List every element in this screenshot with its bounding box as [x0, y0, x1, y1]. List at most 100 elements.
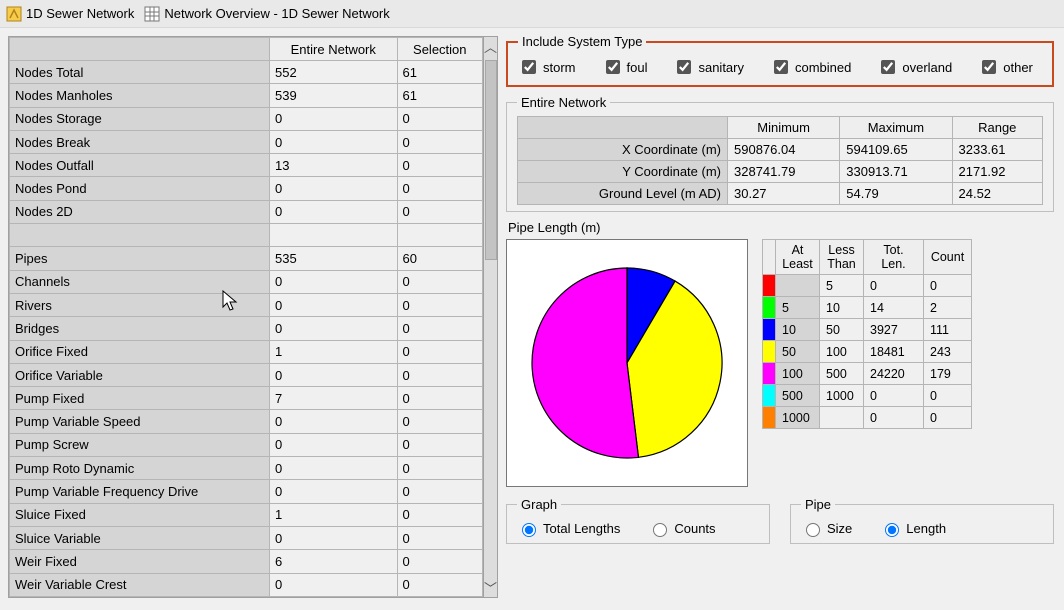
radio-total-lengths[interactable]: Total Lengths — [517, 520, 620, 537]
checkbox-storm[interactable]: storm — [518, 57, 576, 77]
checkbox-sanitary-input[interactable] — [677, 60, 691, 74]
table-row[interactable]: Nodes Pond00 — [10, 177, 483, 200]
checkbox-overland[interactable]: overland — [877, 57, 952, 77]
row-selection: 0 — [397, 107, 482, 130]
checkbox-combined-input[interactable] — [774, 60, 788, 74]
table-row[interactable]: Nodes Break00 — [10, 130, 483, 153]
bin-color-swatch — [763, 319, 776, 341]
row-selection: 0 — [397, 363, 482, 386]
table-row[interactable]: Pump Fixed70 — [10, 387, 483, 410]
radio-counts-input[interactable] — [653, 523, 667, 537]
row-label: Sluice Fixed — [10, 503, 270, 526]
table-row[interactable]: Nodes Total55261 — [10, 61, 483, 84]
row-label: Nodes Total — [10, 61, 270, 84]
table-row[interactable]: Pump Variable Speed00 — [10, 410, 483, 433]
table-row[interactable]: Nodes Manholes53961 — [10, 84, 483, 107]
row-selection: 0 — [397, 293, 482, 316]
en-min: 328741.79 — [728, 161, 840, 183]
checkbox-other-input[interactable] — [982, 60, 996, 74]
graph-legend: Graph — [517, 497, 561, 512]
bin-totlen: 0 — [864, 275, 924, 297]
bin-count: 0 — [924, 275, 972, 297]
checkbox-foul[interactable]: foul — [602, 57, 648, 77]
bin-color-swatch — [763, 297, 776, 319]
radio-size-input[interactable] — [806, 523, 820, 537]
checkbox-combined[interactable]: combined — [770, 57, 851, 77]
checkbox-overland-input[interactable] — [881, 60, 895, 74]
row-selection: 0 — [397, 270, 482, 293]
radio-total-lengths-input[interactable] — [522, 523, 536, 537]
radio-size-label: Size — [827, 521, 852, 536]
bin-totlen: 3927 — [864, 319, 924, 341]
grid-icon — [144, 6, 160, 22]
table-row[interactable]: Weir Fixed60 — [10, 550, 483, 573]
row-selection: 61 — [397, 84, 482, 107]
bin-count: 0 — [924, 407, 972, 429]
table-row[interactable]: Nodes Outfall130 — [10, 154, 483, 177]
row-label: Pump Fixed — [10, 387, 270, 410]
checkbox-foul-input[interactable] — [606, 60, 620, 74]
bin-atleast — [776, 275, 820, 297]
row-label: Nodes Storage — [10, 107, 270, 130]
bin-atleast: 5 — [776, 297, 820, 319]
checkbox-storm-input[interactable] — [522, 60, 536, 74]
bin-lessthan: 5 — [820, 275, 864, 297]
row-entire: 6 — [270, 550, 398, 573]
radio-length-input[interactable] — [885, 523, 899, 537]
radio-size[interactable]: Size — [801, 520, 852, 537]
row-entire: 0 — [270, 317, 398, 340]
scroll-down-icon[interactable]: ﹀ — [484, 578, 497, 597]
bin-count-header: Count — [924, 240, 972, 275]
checkbox-sanitary[interactable]: sanitary — [673, 57, 744, 77]
table-row[interactable]: Sluice Variable00 — [10, 526, 483, 549]
table-row[interactable]: Sluice Fixed10 — [10, 503, 483, 526]
radio-length[interactable]: Length — [880, 520, 946, 537]
table-row: 510142 — [763, 297, 972, 319]
table-row[interactable]: Rivers00 — [10, 293, 483, 316]
checkbox-other[interactable]: other — [978, 57, 1033, 77]
row-selection: 0 — [397, 154, 482, 177]
system-type-group: Include System Type storm foul sanitary com… — [506, 34, 1054, 87]
row-entire: 0 — [270, 433, 398, 456]
row-selection: 0 — [397, 410, 482, 433]
row-label: Channels — [10, 270, 270, 293]
system-type-legend: Include System Type — [518, 34, 646, 49]
radio-counts[interactable]: Counts — [648, 520, 715, 537]
table-row[interactable]: Pipes53560 — [10, 247, 483, 270]
row-label: Weir Variable Crest — [10, 573, 270, 596]
en-range: 3233.61 — [952, 139, 1043, 161]
scroll-up-icon[interactable]: ︿ — [484, 37, 497, 56]
row-label: Bridges — [10, 317, 270, 340]
table-row[interactable]: Weir Variable Crest00 — [10, 573, 483, 596]
table-row[interactable]: Bridges00 — [10, 317, 483, 340]
en-row-label: Ground Level (m AD) — [518, 183, 728, 205]
pipe-length-title: Pipe Length (m) — [508, 220, 1054, 235]
table-row[interactable]: Nodes Storage00 — [10, 107, 483, 130]
row-entire: 1 — [270, 503, 398, 526]
pie-chart — [506, 239, 748, 487]
table-row[interactable] — [10, 224, 483, 247]
row-label: Pump Screw — [10, 433, 270, 456]
overview-header-blank — [10, 38, 270, 61]
row-entire: 0 — [270, 410, 398, 433]
checkbox-foul-label: foul — [627, 60, 648, 75]
table-row: 5010018481243 — [763, 341, 972, 363]
bin-atleast: 1000 — [776, 407, 820, 429]
bin-color-swatch — [763, 363, 776, 385]
table-row[interactable]: Pump Variable Frequency Drive00 — [10, 480, 483, 503]
table-row[interactable]: Channels00 — [10, 270, 483, 293]
table-row[interactable]: Pump Screw00 — [10, 433, 483, 456]
row-label: Orifice Fixed — [10, 340, 270, 363]
table-row[interactable]: Orifice Fixed10 — [10, 340, 483, 363]
row-selection: 61 — [397, 61, 482, 84]
entire-network-legend: Entire Network — [517, 95, 610, 110]
table-row[interactable]: Pump Roto Dynamic00 — [10, 457, 483, 480]
table-row[interactable]: Nodes 2D00 — [10, 200, 483, 223]
app-title: 1D Sewer Network — [26, 6, 134, 21]
entire-network-group: Entire Network Minimum Maximum Range X C… — [506, 95, 1054, 212]
table-row: 10503927111 — [763, 319, 972, 341]
overview-scrollbar[interactable]: ︿ ﹀ — [483, 37, 497, 597]
scroll-thumb[interactable] — [485, 60, 497, 260]
table-row[interactable]: Orifice Variable00 — [10, 363, 483, 386]
row-entire: 7 — [270, 387, 398, 410]
